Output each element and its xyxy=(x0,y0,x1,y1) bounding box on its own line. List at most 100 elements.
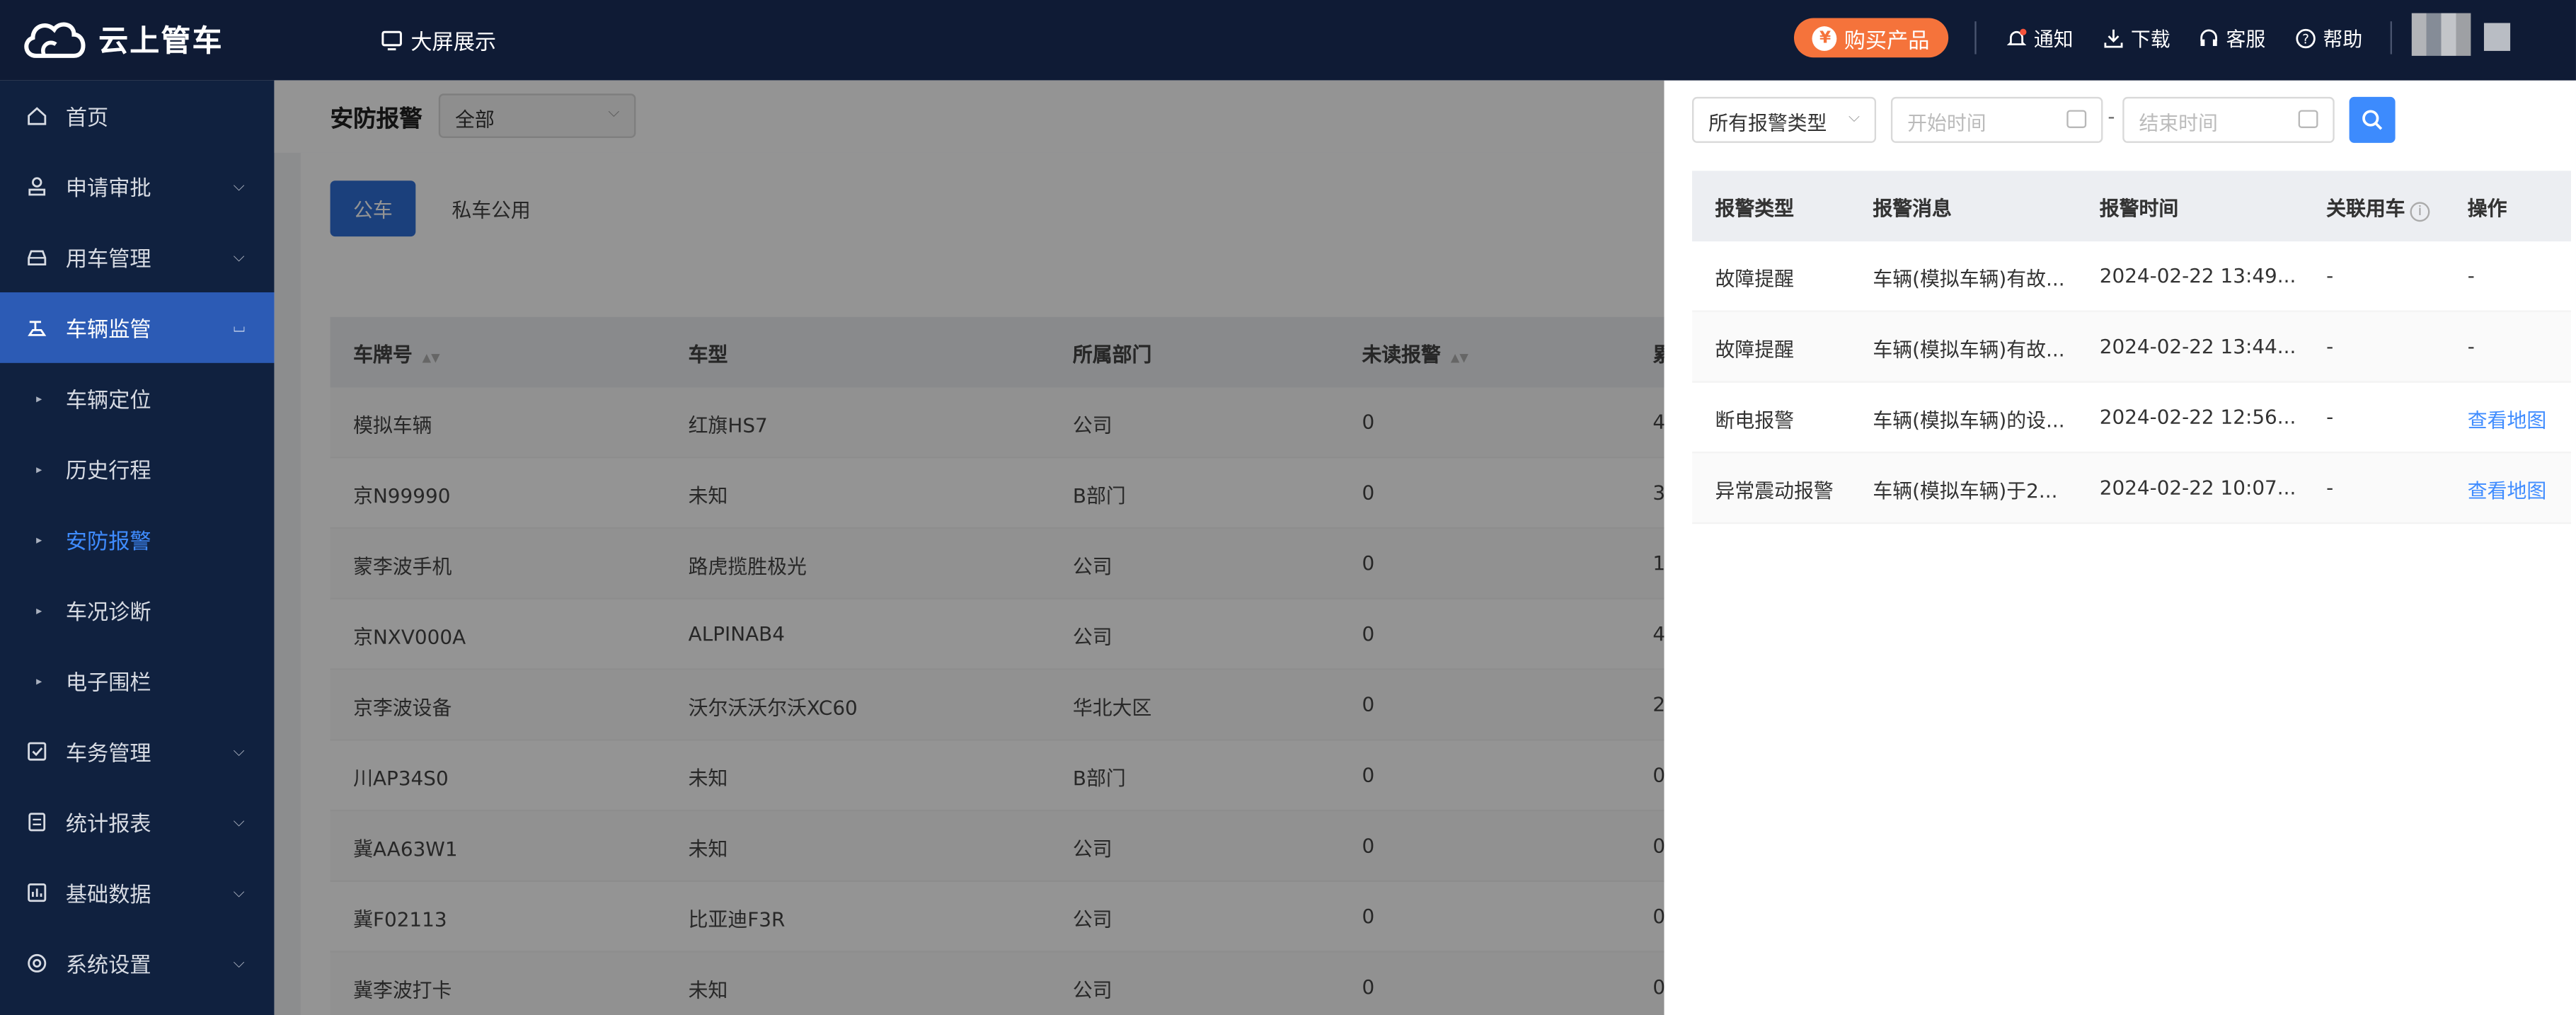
alarm-type-select[interactable]: 所有报警类型 ⌵ xyxy=(1692,96,1877,143)
table-header: 报警类型 报警消息 报警时间 关联用车 i 操作 xyxy=(1692,171,2571,242)
bigscreen-link[interactable]: 大屏展示 xyxy=(381,25,496,56)
chevron-down-icon: ⌵ xyxy=(1848,110,1860,127)
table-cell: - xyxy=(2326,476,2334,500)
sidebar-item-label: 系统设置 xyxy=(65,954,151,979)
bullet-icon: ▸ xyxy=(36,603,42,617)
notice-label: 通知 xyxy=(2033,28,2074,51)
notice-link[interactable]: 通知 xyxy=(2006,25,2074,52)
chevron-down-icon: ⌵ xyxy=(233,813,245,830)
report-icon xyxy=(25,810,47,833)
sidebar-subitem-geofence[interactable]: ▸ 电子围栏 xyxy=(0,646,275,716)
table-cell: 2024-02-22 10:07... xyxy=(2099,476,2296,500)
sidebar-item-label: 历史行程 xyxy=(65,459,151,485)
sidebar-item-label: 用车管理 xyxy=(65,248,151,273)
sidebar-subitem-security-alarm[interactable]: ▸ 安防报警 xyxy=(0,504,275,575)
chevron-down-icon: ⌵ xyxy=(233,742,245,760)
sidebar-item-label: 统计报表 xyxy=(65,813,151,838)
table-cell: - xyxy=(2326,264,2334,288)
view-map-link[interactable]: 查看地图 xyxy=(2468,476,2546,504)
sidebar-item-affairs[interactable]: 车务管理 ⌵ xyxy=(0,716,275,787)
alarm-type-value: 所有报警类型 xyxy=(1708,111,1827,135)
avatar[interactable] xyxy=(2411,13,2471,56)
sidebar-item-label: 基础数据 xyxy=(65,883,151,909)
sidebar-item-label: 车辆定位 xyxy=(65,389,151,414)
table-cell: 断电报警 xyxy=(1715,408,1795,432)
bullet-icon: ▸ xyxy=(36,391,42,405)
table-cell: 2024-02-22 13:44... xyxy=(2099,335,2296,358)
service-link[interactable]: 客服 xyxy=(2198,25,2265,52)
svg-text:?: ? xyxy=(2302,32,2309,47)
table-cell: 故障提醒 xyxy=(1715,268,1795,291)
sidebar-subitem-diagnosis[interactable]: ▸ 车况诊断 xyxy=(0,575,275,646)
home-icon xyxy=(25,104,47,127)
sidebar-item-label: 安防报警 xyxy=(65,530,151,556)
range-separator: - xyxy=(2108,105,2115,128)
download-icon xyxy=(2104,29,2123,48)
search-button[interactable] xyxy=(2349,96,2396,143)
buy-product-button[interactable]: ¥ 购买产品 xyxy=(1793,18,1949,58)
car-icon xyxy=(25,246,47,268)
bullet-icon: ▸ xyxy=(36,462,42,476)
sidebar-item-label: 车辆监管 xyxy=(65,319,151,343)
sidebar-item-settings[interactable]: 系统设置 ⌵ xyxy=(0,928,275,999)
divider xyxy=(1974,21,1977,55)
bell-icon xyxy=(2006,28,2027,46)
table-row: 断电报警 车辆(模拟车辆)的设... 2024-02-22 12:56... - 查看地… xyxy=(1692,383,2571,454)
app-name: 云上管车 xyxy=(98,24,224,59)
start-time-input[interactable]: 开始时间 xyxy=(1890,96,2103,143)
chevron-down-icon: ⌵ xyxy=(233,884,245,901)
download-link[interactable]: 下载 xyxy=(2103,25,2170,52)
bullet-icon: ▸ xyxy=(36,674,42,688)
sidebar-item-label: 车况诊断 xyxy=(65,601,151,626)
sidebar-subitem-history[interactable]: ▸ 历史行程 xyxy=(0,434,275,505)
table-cell: 故障提醒 xyxy=(1715,338,1795,362)
column-alarm-message: 报警消息 xyxy=(1873,197,1952,220)
end-time-input[interactable]: 结束时间 xyxy=(2122,96,2335,143)
help-icon: ? xyxy=(2296,28,2316,49)
stamp-icon xyxy=(25,175,47,197)
sidebar-item-label: 首页 xyxy=(65,106,109,132)
bullet-icon: ▸ xyxy=(36,532,42,546)
table-row: 故障提醒 车辆(模拟车辆)有故... 2024-02-22 13:44... - - xyxy=(1692,311,2571,383)
sidebar-item-approval[interactable]: 申请审批 ⌵ xyxy=(0,151,275,222)
headset-icon xyxy=(2200,29,2217,46)
buy-label: 购买产品 xyxy=(1844,28,1930,54)
service-label: 客服 xyxy=(2226,28,2266,51)
table-cell: 车辆(模拟车辆)的设... xyxy=(1873,408,2065,432)
modal-mask[interactable] xyxy=(274,80,1664,1015)
search-icon xyxy=(2362,110,2383,130)
table-cell: - xyxy=(2467,335,2475,358)
cloud-icon xyxy=(24,22,86,58)
table-cell: 2024-02-22 12:56... xyxy=(2099,406,2296,429)
divider xyxy=(2390,21,2392,55)
user-name-blurred[interactable] xyxy=(2483,23,2511,51)
table-cell: 异常震动报警 xyxy=(1715,479,1834,503)
table-cell: 车辆(模拟车辆)有故... xyxy=(1873,338,2065,362)
sidebar-subitem-location[interactable]: ▸ 车辆定位 xyxy=(0,363,275,434)
table-cell: 2024-02-22 13:49... xyxy=(2099,264,2296,288)
chevron-down-icon: ⌵ xyxy=(233,178,245,195)
sidebar-item-label: 电子围栏 xyxy=(65,672,151,696)
table-cell: 车辆(模拟车辆)有故... xyxy=(1873,268,2065,291)
sidebar-item-reports[interactable]: 统计报表 ⌵ xyxy=(0,786,275,857)
sidebar-item-base-data[interactable]: 基础数据 ⌵ xyxy=(0,857,275,928)
sidebar-item-label: 车务管理 xyxy=(65,742,151,767)
alarm-table: 报警类型 报警消息 报警时间 关联用车 i 操作 故障提醒车辆(模拟车辆)有故..… xyxy=(1692,171,2571,524)
table-body: 故障提醒 车辆(模拟车辆)有故... 2024-02-22 13:49... - - 故障… xyxy=(1692,241,2571,524)
help-label: 帮助 xyxy=(2323,28,2363,51)
sidebar-item-home[interactable]: 首页 xyxy=(0,81,275,151)
table-row: 异常震动报警 车辆(模拟车辆)于2... 2024-02-22 10:07... - 查… xyxy=(1692,453,2571,524)
sidebar-item-vehicle-use[interactable]: 用车管理 ⌵ xyxy=(0,222,275,292)
help-link[interactable]: ? 帮助 xyxy=(2295,25,2362,52)
view-map-link[interactable]: 查看地图 xyxy=(2468,406,2546,433)
sidebar-item-vehicle-monitor[interactable]: 车辆监管 ⌴ xyxy=(0,292,275,363)
column-action: 操作 xyxy=(2467,197,2507,220)
column-related-car: 关联用车 i xyxy=(2326,194,2430,222)
sidebar: 首页 申请审批 ⌵ 用车管理 ⌵ 车辆监管 ⌴ ▸ 车辆定位 ▸ 历史行程 ▸ … xyxy=(0,80,275,1015)
table-cell: - xyxy=(2326,335,2334,358)
info-icon[interactable]: i xyxy=(2410,202,2430,222)
app-logo[interactable]: 云上管车 xyxy=(20,13,224,66)
checklist-icon xyxy=(25,740,47,762)
chevron-up-icon: ⌴ xyxy=(233,319,246,336)
monitor-icon xyxy=(381,30,402,51)
